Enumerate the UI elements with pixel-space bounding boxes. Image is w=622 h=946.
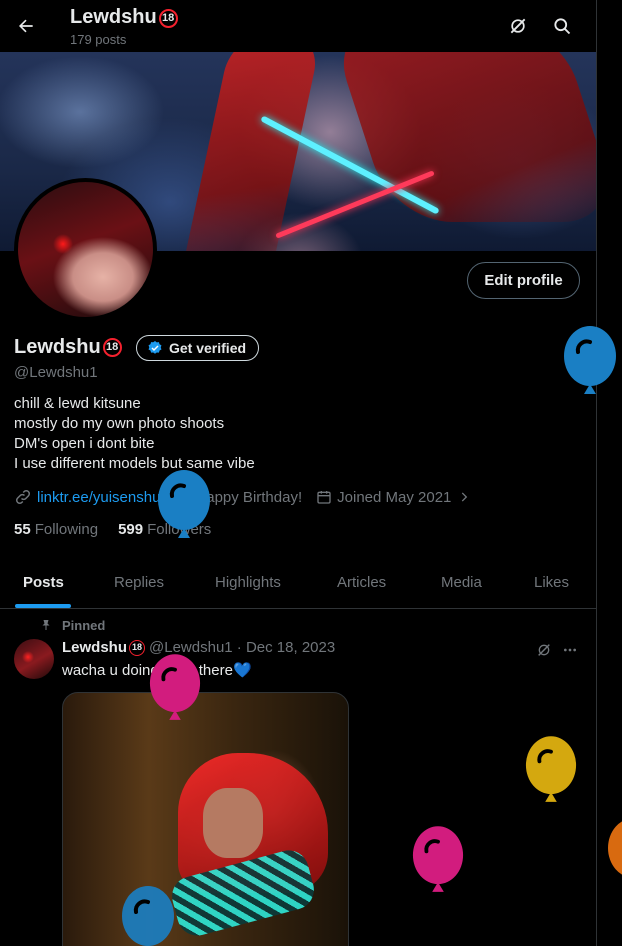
grok-icon — [510, 18, 526, 34]
adult-18-badge: 18 — [102, 338, 122, 357]
profile-tabs: Posts Replies Highlights Articles Media … — [0, 556, 596, 609]
edit-profile-button[interactable]: Edit profile — [467, 262, 580, 299]
back-button[interactable] — [12, 12, 40, 40]
balloon-icon — [149, 654, 201, 720]
grok-tweet-button[interactable] — [534, 640, 554, 660]
pin-icon — [42, 620, 50, 630]
posts-count: 179 posts — [70, 32, 127, 47]
pinned-label: Pinned — [62, 618, 106, 633]
active-tab-indicator — [15, 604, 71, 608]
balloon-icon — [608, 821, 622, 875]
search-icon — [554, 18, 571, 35]
tweet-media-image[interactable] — [62, 692, 349, 946]
tab-likes[interactable]: Likes — [534, 556, 569, 609]
balloon-icon — [158, 470, 210, 538]
more-button[interactable] — [560, 640, 580, 660]
profile-link[interactable]: linktr.ee/yuisenshu — [14, 488, 160, 506]
link-icon — [15, 489, 31, 505]
get-verified-button[interactable]: Get verified — [136, 335, 260, 361]
adult-18-badge: 18 — [129, 639, 146, 656]
tweet-avatar[interactable] — [14, 639, 54, 679]
search-button[interactable] — [550, 14, 574, 38]
following-link[interactable]: 55 Following — [14, 521, 98, 538]
tweet-author-name[interactable]: Lewdshu — [62, 639, 127, 656]
balloon-icon — [525, 736, 577, 802]
top-header: Lewdshu 18 179 posts — [0, 0, 596, 52]
adult-18-badge: 18 — [158, 9, 178, 28]
profile-handle: @Lewdshu1 — [14, 364, 98, 381]
page-title: Lewdshu 18 — [70, 6, 178, 29]
chevron-right-icon — [462, 492, 468, 502]
avatar[interactable] — [14, 178, 157, 321]
balloon-icon — [122, 886, 174, 946]
grok-button[interactable] — [506, 14, 530, 38]
tab-media[interactable]: Media — [441, 556, 482, 609]
joined-date: Joined May 2021 — [316, 489, 476, 506]
balloon-icon — [564, 326, 616, 394]
profile-column: Lewdshu 18 179 posts Edit profile Lewdshu… — [0, 0, 596, 946]
calendar-icon — [317, 491, 331, 504]
profile-bio: chill & lewd kitsune mostly do my own ph… — [14, 395, 255, 472]
tab-posts[interactable]: Posts — [23, 556, 64, 609]
tab-highlights[interactable]: Highlights — [215, 556, 281, 609]
balloon-icon — [412, 826, 464, 892]
more-icon — [564, 648, 576, 652]
tab-articles[interactable]: Articles — [337, 556, 386, 609]
grok-icon — [538, 644, 550, 656]
profile-name: Lewdshu 18 — [14, 336, 122, 359]
profile-meta: linktr.ee/yuisenshu Happy Birthday! Join… — [14, 487, 490, 507]
verified-badge-icon — [148, 341, 162, 354]
column-divider — [596, 0, 597, 946]
back-arrow-icon — [19, 19, 33, 33]
tab-replies[interactable]: Replies — [114, 556, 164, 609]
